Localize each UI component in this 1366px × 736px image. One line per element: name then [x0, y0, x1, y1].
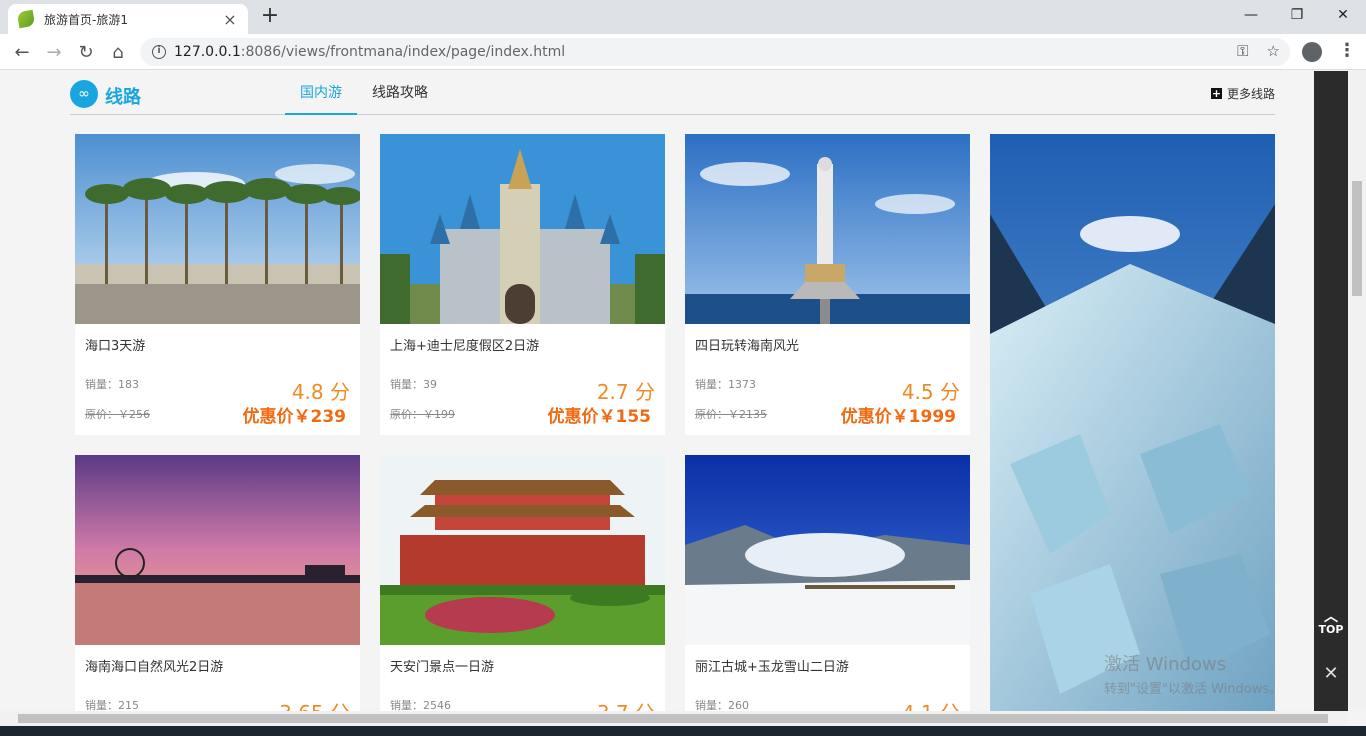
sales-count: 销量：2546	[390, 699, 451, 711]
glacier-feature-image[interactable]	[990, 134, 1275, 711]
original-price: 原价：￥199	[390, 408, 455, 421]
original-price: 原价：￥2135	[695, 408, 767, 421]
route-card[interactable]: 上海+迪士尼度假区2日游 销量：39 2.7 分 原价：￥199 优惠价￥155	[380, 134, 665, 435]
plus-icon: +	[1210, 87, 1222, 100]
sales-count: 销量：183	[85, 378, 139, 391]
tab-close-icon[interactable]: ×	[222, 10, 238, 29]
route-name[interactable]: 天安门景点一日游	[390, 656, 494, 675]
rating-score: 3.7 分	[597, 697, 655, 711]
chevron-up-icon: ︿	[1324, 609, 1338, 625]
route-card[interactable]: 海南海口自然风光2日游 销量：215 3.65 分	[75, 455, 360, 711]
tab-domestic[interactable]: 国内游	[285, 79, 357, 115]
floating-sidebar: ︿ TOP ✕	[1314, 71, 1348, 711]
palm-beach-image[interactable]	[75, 134, 360, 324]
leaf-favicon-icon	[16, 9, 36, 29]
menu-dots-icon[interactable]: ⋮	[1338, 40, 1356, 61]
os-taskbar	[0, 726, 1366, 736]
watermark-line2: 转到"设置"以激活 Windows。	[1104, 682, 1283, 697]
route-name[interactable]: 上海+迪士尼度假区2日游	[390, 335, 539, 354]
sales-count: 销量：39	[390, 378, 437, 391]
home-icon[interactable]: ⌂	[106, 40, 130, 64]
route-card[interactable]: 丽江古城+玉龙雪山二日游 销量：260 4.1 分	[685, 455, 970, 711]
minimize-button[interactable]: —	[1228, 0, 1274, 30]
tab-title: 旅游首页-旅游1	[44, 12, 128, 27]
section-title: 线路	[105, 87, 141, 108]
restore-button[interactable]: ❐	[1274, 0, 1320, 30]
forward-arrow-icon[interactable]: →	[42, 40, 66, 64]
top-label: TOP	[1318, 623, 1344, 636]
section-tabs: 国内游 线路攻略	[285, 79, 443, 115]
info-icon[interactable]: i	[152, 45, 166, 59]
more-routes-label: 更多线路	[1226, 87, 1275, 101]
watermark-line1: 激活 Windows	[1104, 654, 1227, 675]
new-tab-button[interactable]: +	[258, 4, 282, 28]
sales-count: 销量：215	[85, 699, 139, 711]
tiananmen-image[interactable]	[380, 455, 665, 645]
activation-watermark: 激活 Windows 转到"设置"以激活 Windows。	[1104, 650, 1282, 697]
snow-mountain-image[interactable]	[685, 455, 970, 645]
profile-avatar-icon[interactable]	[1302, 42, 1322, 62]
url-host: 127.0.0.1	[174, 44, 241, 60]
browser-tab[interactable]: 旅游首页-旅游1 ×	[8, 4, 248, 34]
route-name[interactable]: 海口3天游	[85, 335, 145, 354]
more-routes-link[interactable]: + 更多线路	[1210, 85, 1275, 102]
page-content: ∞ 线路 国内游 线路攻略 + 更多线路 海口3天游 销量：183 4.8 分 …	[0, 71, 1314, 711]
sales-count: 销量：260	[695, 699, 749, 711]
tab-route-guide[interactable]: 线路攻略	[357, 79, 443, 115]
sunset-lake-image[interactable]	[75, 455, 360, 645]
sales-count: 销量：1373	[695, 378, 756, 391]
rating-score: 4.1 分	[902, 697, 960, 711]
bookmark-star-icon[interactable]: ☆	[1267, 42, 1280, 60]
route-name[interactable]: 四日玩转海南风光	[695, 335, 799, 354]
close-window-button[interactable]: ✕	[1320, 0, 1366, 30]
browser-tab-bar: 旅游首页-旅游1 × + — ❐ ✕	[0, 0, 1366, 34]
rating-score: 2.7 分	[596, 380, 655, 404]
original-price: 原价：￥256	[85, 408, 150, 421]
back-to-top-button[interactable]: ︿ TOP	[1314, 609, 1348, 636]
reload-icon[interactable]: ↻	[74, 40, 98, 64]
route-name[interactable]: 丽江古城+玉龙雪山二日游	[695, 656, 849, 675]
route-logo-icon: ∞	[70, 80, 98, 108]
url-path: :8086/views/frontmana/index/page/index.h…	[240, 44, 566, 60]
section-header: ∞ 线路 国内游 线路攻略 + 更多线路	[70, 79, 1275, 115]
discount-price: 优惠价￥155	[547, 407, 652, 427]
route-card[interactable]: 四日玩转海南风光 销量：1373 4.5 分 原价：￥2135 优惠价￥1999	[685, 134, 970, 435]
route-name[interactable]: 海南海口自然风光2日游	[85, 656, 223, 675]
rating-score: 4.5 分	[901, 380, 960, 404]
discount-price: 优惠价￥239	[242, 407, 347, 427]
route-card[interactable]: 天安门景点一日游 销量：2546 3.7 分	[380, 455, 665, 711]
horizontal-scroll-thumb[interactable]	[18, 714, 1328, 723]
rating-score: 3.65 分	[279, 697, 350, 711]
castle-image[interactable]	[380, 134, 665, 324]
address-bar: ← → ↻ ⌂ i 127.0.0.1:8086/views/frontmana…	[0, 34, 1366, 70]
horizontal-scrollbar[interactable]	[0, 711, 1348, 726]
url-field[interactable]: i 127.0.0.1:8086/views/frontmana/index/p…	[140, 38, 1290, 66]
guanyin-statue-image[interactable]	[685, 134, 970, 324]
route-card[interactable]: 海口3天游 销量：183 4.8 分 原价：￥256 优惠价￥239	[75, 134, 360, 435]
vertical-scrollbar[interactable]	[1348, 71, 1366, 711]
close-sidebar-icon[interactable]: ✕	[1314, 663, 1348, 684]
discount-price: 优惠价￥1999	[840, 407, 956, 427]
rating-score: 4.8 分	[291, 380, 350, 404]
back-arrow-icon[interactable]: ←	[10, 40, 34, 64]
key-icon[interactable]: ⚿	[1237, 42, 1248, 60]
window-controls: — ❐ ✕	[1228, 0, 1366, 30]
vertical-scroll-thumb[interactable]	[1352, 181, 1362, 296]
